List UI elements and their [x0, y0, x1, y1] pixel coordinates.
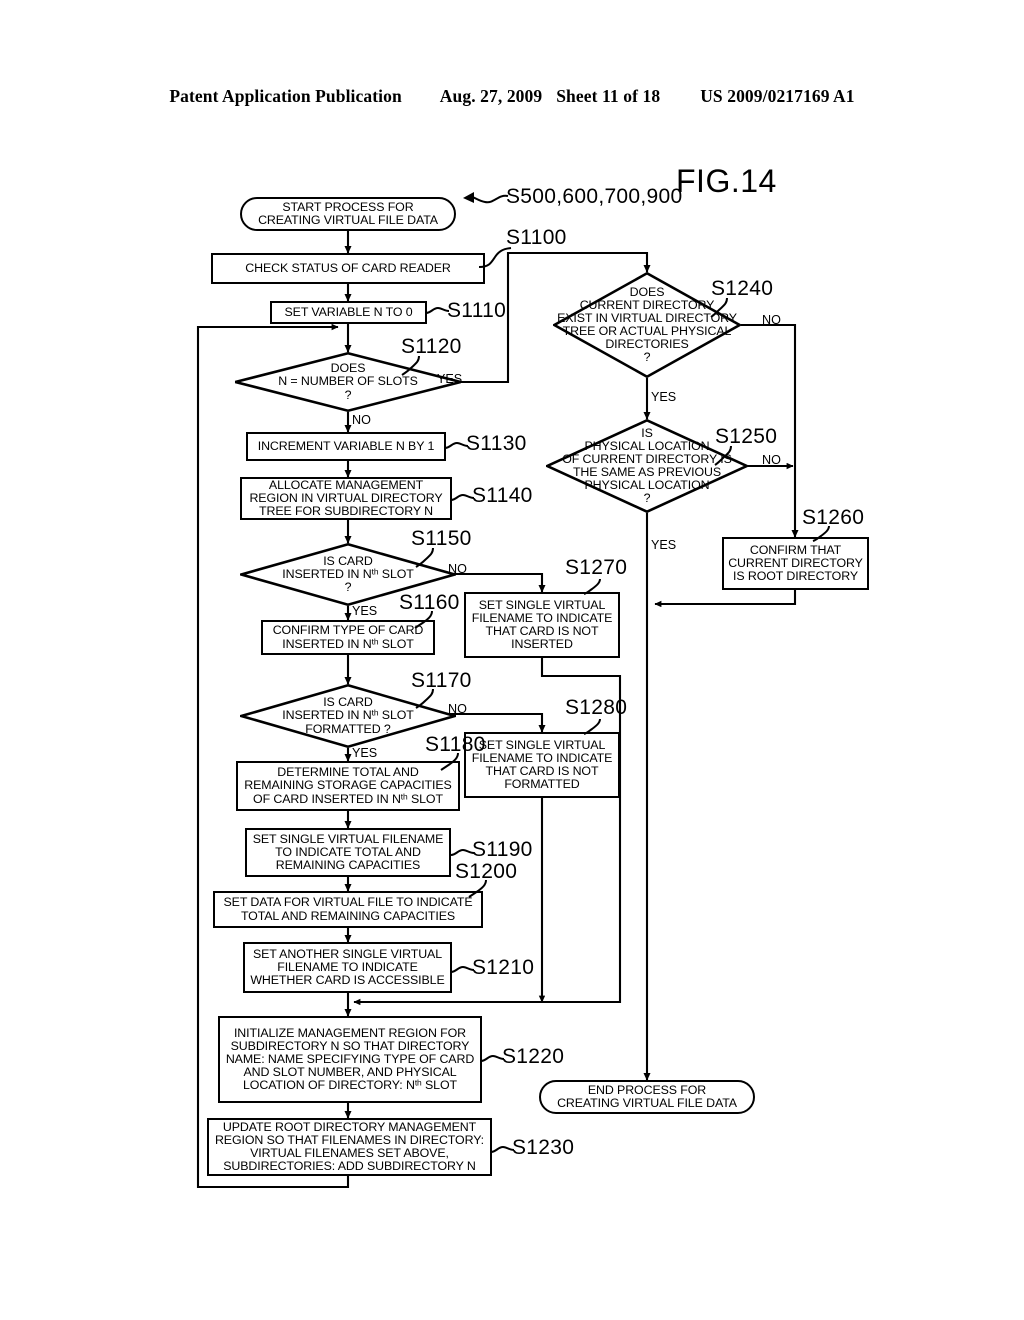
- branch-label-s1250-no: NO: [762, 453, 781, 467]
- step-label-s1120: S1120: [401, 335, 462, 358]
- step-label-s1140: S1140: [472, 484, 533, 507]
- node-s1280-card-not-formatted: SET SINGLE VIRTUAL FILENAME TO INDICATE …: [464, 732, 620, 798]
- s1220-line-1: INITIALIZE MANAGEMENT REGION FOR: [233, 1025, 466, 1040]
- node-s1270-card-not-inserted: SET SINGLE VIRTUAL FILENAME TO INDICATE …: [464, 592, 620, 658]
- header-publication: Patent Application Publication: [169, 86, 402, 106]
- s1190-line-1: SET SINGLE VIRTUAL FILENAME: [252, 831, 444, 846]
- node-s1110-set-variable: SET VARIABLE N TO 0: [270, 301, 427, 324]
- step-label-s1270: S1270: [565, 556, 628, 579]
- patent-figure-page: Patent Application Publication Aug. 27, 2…: [0, 0, 1024, 1320]
- s1170-line-3: FORMATTED ?: [305, 721, 391, 736]
- step-label-s1260: S1260: [802, 506, 865, 529]
- page-header: Patent Application Publication Aug. 27, 2…: [0, 86, 1024, 107]
- node-end-terminal: END PROCESS FOR CREATING VIRTUAL FILE DA…: [539, 1080, 755, 1114]
- s1230-line-1: UPDATE ROOT DIRECTORY MANAGEMENT: [222, 1119, 477, 1134]
- s1250-line-6: ?: [643, 491, 651, 506]
- branch-label-s1240-no: NO: [762, 313, 781, 327]
- node-start-terminal: START PROCESS FOR CREATING VIRTUAL FILE …: [240, 197, 456, 231]
- s1180-line-2: REMAINING STORAGE CAPACITIES: [244, 778, 452, 793]
- s1100-line-1: CHECK STATUS OF CARD READER: [245, 260, 451, 275]
- s1200-line-1: SET DATA FOR VIRTUAL FILE TO INDICATE: [223, 895, 473, 910]
- node-s1180-determine-capacities: DETERMINE TOTAL AND REMAINING STORAGE CA…: [236, 761, 460, 811]
- s1250-line-1: IS: [641, 425, 653, 440]
- s1270-line-4: INSERTED: [511, 637, 573, 652]
- step-label-s1280: S1280: [565, 696, 628, 719]
- step-label-s1230: S1230: [512, 1136, 575, 1159]
- step-label-s1200: S1200: [455, 860, 518, 883]
- s1240-line-6: ?: [643, 350, 651, 365]
- s1260-line-1: CONFIRM THAT: [749, 542, 842, 557]
- branch-label-s1170-yes: YES: [352, 746, 378, 760]
- branch-label-s1250-yes: YES: [651, 538, 677, 552]
- node-s1100-check-status: CHECK STATUS OF CARD READER: [211, 253, 485, 284]
- leader-start-ref: [463, 192, 509, 204]
- leader-s1280: [583, 718, 601, 735]
- step-label-s1170: S1170: [411, 669, 472, 692]
- s1250-line-2: PHYSICAL LOCATION: [584, 438, 710, 453]
- node-s1230-update-root-directory: UPDATE ROOT DIRECTORY MANAGEMENT REGION …: [207, 1118, 492, 1176]
- step-label-s1160: S1160: [399, 591, 460, 614]
- s1220-line-2: SUBDIRECTORY N SO THAT DIRECTORY: [230, 1038, 470, 1053]
- node-s1130-increment: INCREMENT VARIABLE N BY 1: [246, 432, 446, 461]
- s1210-line-1: SET ANOTHER SINGLE VIRTUAL: [252, 946, 443, 961]
- step-label-s1220: S1220: [502, 1045, 565, 1068]
- s1270-line-1: SET SINGLE VIRTUAL: [478, 597, 606, 612]
- step-label-s1130: S1130: [466, 432, 527, 455]
- s1110-line-1: SET VARIABLE N TO 0: [284, 304, 413, 319]
- s1280-line-1: SET SINGLE VIRTUAL: [478, 737, 606, 752]
- branch-label-s1120-yes: YES: [437, 372, 463, 386]
- node-s1210-set-another-filename: SET ANOTHER SINGLE VIRTUAL FILENAME TO I…: [243, 942, 452, 993]
- figure-title: FIG.14: [676, 163, 777, 199]
- branch-label-s1150-no: NO: [448, 562, 467, 576]
- start-line-2: CREATING VIRTUAL FILE DATA: [258, 213, 438, 227]
- s1180-line-3: OF CARD INSERTED IN Nth SLOT: [253, 791, 443, 806]
- branch-label-s1170-no: NO: [448, 702, 467, 716]
- branch-label-s1240-yes: YES: [651, 390, 677, 404]
- node-s1250-decision: IS PHYSICAL LOCATION OF CURRENT DIRECTOR…: [546, 419, 748, 513]
- s1190-line-3: REMAINING CAPACITIES: [275, 858, 421, 873]
- step-label-s1210: S1210: [472, 956, 535, 979]
- header-sheet: Sheet 11 of 18: [556, 86, 661, 106]
- node-s1190-set-filename: SET SINGLE VIRTUAL FILENAME TO INDICATE …: [245, 828, 451, 877]
- step-label-s1150: S1150: [411, 527, 472, 550]
- s1160-line-2: INSERTED IN Nth SLOT: [282, 635, 414, 651]
- s1260-line-3: IS ROOT DIRECTORY: [733, 569, 858, 584]
- end-line-2: CREATING VIRTUAL FILE DATA: [557, 1096, 737, 1110]
- header-patent-number: US 2009/0217169 A1: [700, 86, 855, 106]
- s1170-line-2: INSERTED IN Nth SLOT: [282, 707, 414, 723]
- node-s1220-initialize-region: INITIALIZE MANAGEMENT REGION FOR SUBDIRE…: [218, 1016, 482, 1103]
- s1120-line-2: N = NUMBER OF SLOTS: [278, 374, 418, 389]
- step-label-s1110: S1110: [447, 299, 507, 322]
- header-date: Aug. 27, 2009: [439, 86, 543, 106]
- s1150-line-1: IS CARD: [323, 553, 373, 568]
- s1280-line-4: FORMATTED: [504, 777, 580, 792]
- s1160-line-1: CONFIRM TYPE OF CARD: [272, 623, 424, 638]
- node-s1240-decision: DOES CURRENT DIRECTORY EXIST IN VIRTUAL …: [553, 272, 741, 378]
- s1140-line-1: ALLOCATE MANAGEMENT: [268, 477, 424, 492]
- s1240-line-2: CURRENT DIRECTORY: [579, 297, 715, 312]
- s1210-line-3: WHETHER CARD IS ACCESSIBLE: [250, 973, 445, 988]
- s1230-line-4: SUBDIRECTORIES: ADD SUBDIRECTORY N: [223, 1159, 476, 1174]
- node-s1160-confirm-type: CONFIRM TYPE OF CARD INSERTED IN Nth SLO…: [261, 620, 435, 655]
- s1240-line-1: DOES: [629, 284, 665, 299]
- step-label-start-ref: S500,600,700,900: [506, 185, 683, 208]
- s1200-line-2: TOTAL AND REMAINING CAPACITIES: [240, 908, 456, 923]
- node-s1140-allocate-region: ALLOCATE MANAGEMENT REGION IN VIRTUAL DI…: [240, 477, 452, 520]
- s1140-line-3: TREE FOR SUBDIRECTORY N: [259, 504, 433, 519]
- step-label-s1180: S1180: [425, 733, 486, 756]
- node-s1120-decision: DOES N = NUMBER OF SLOTS ?: [234, 352, 462, 412]
- node-s1260-confirm-root: CONFIRM THAT CURRENT DIRECTORY IS ROOT D…: [722, 537, 869, 590]
- leader-s1270: [583, 578, 601, 595]
- s1150-line-3: ?: [344, 580, 352, 595]
- step-label-s1190: S1190: [472, 838, 533, 861]
- branch-label-s1150-yes: YES: [352, 604, 378, 618]
- step-label-s1100: S1100: [506, 226, 567, 249]
- node-s1200-set-data: SET DATA FOR VIRTUAL FILE TO INDICATE TO…: [213, 891, 483, 928]
- s1130-line-1: INCREMENT VARIABLE N BY 1: [257, 438, 435, 453]
- s1120-line-3: ?: [344, 387, 352, 402]
- branch-label-s1120-no: NO: [352, 413, 371, 427]
- s1220-line-5: LOCATION OF DIRECTORY: Nth SLOT: [243, 1077, 457, 1093]
